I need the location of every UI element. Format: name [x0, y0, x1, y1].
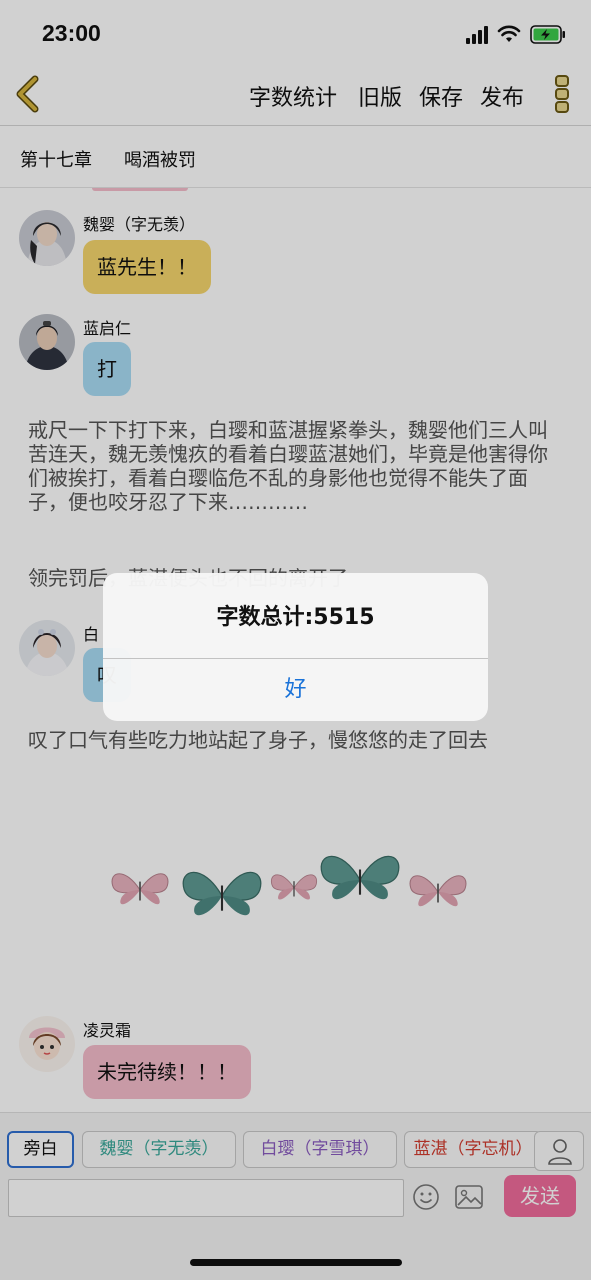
alert-title: 字数总计:5515 — [216, 605, 375, 630]
word-count-alert: 字数总计:5515 好 — [103, 573, 488, 721]
alert-ok-button[interactable]: 好 — [103, 659, 488, 721]
